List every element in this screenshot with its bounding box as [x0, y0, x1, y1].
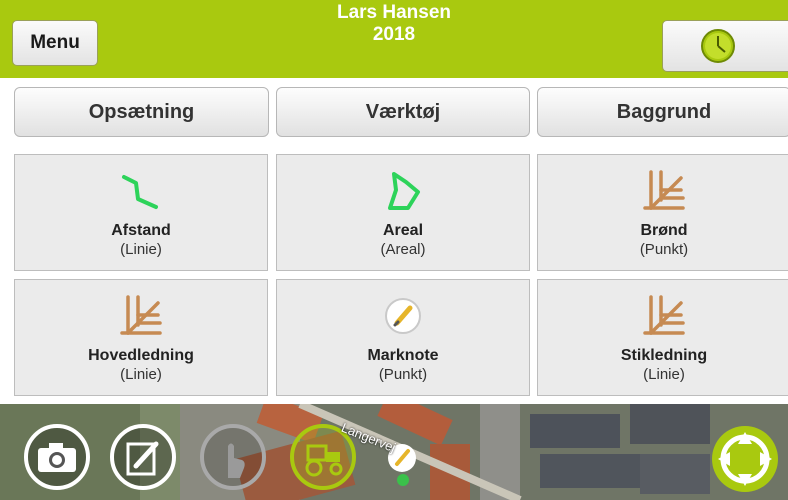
pipeline-icon [111, 290, 171, 342]
polygon-area-icon [373, 165, 433, 217]
touch-button[interactable] [198, 422, 268, 492]
tool-hovedledning[interactable]: Hovedledning (Linie) [14, 279, 268, 396]
year-label: 2018 [372, 24, 416, 45]
tool-name: Marknote [367, 347, 439, 364]
tool-areal[interactable]: Areal (Areal) [276, 154, 530, 271]
tab-vaerktoej[interactable]: Værktøj [276, 87, 530, 137]
clock-icon [701, 29, 735, 63]
pipeline-icon [634, 165, 694, 217]
clock-button[interactable] [662, 20, 788, 72]
tool-type: (Linie) [120, 366, 162, 383]
edit-note-button[interactable] [108, 422, 178, 492]
note-pencil-icon [373, 290, 433, 342]
tab-opsaetning[interactable]: Opsætning [14, 87, 269, 137]
tool-afstand[interactable]: Afstand (Linie) [14, 154, 268, 271]
map-view[interactable] [0, 404, 788, 500]
edit-note-icon [110, 424, 176, 490]
gps-target-button[interactable] [708, 422, 782, 496]
tool-marknote[interactable]: Marknote (Punkt) [276, 279, 530, 396]
tool-name: Areal [382, 222, 424, 239]
tool-name: Brønd [640, 222, 688, 239]
tool-stikledning[interactable]: Stikledning (Linie) [537, 279, 788, 396]
camera-icon [24, 424, 90, 490]
tool-type: (Linie) [643, 366, 685, 383]
pipeline-icon [634, 290, 694, 342]
tool-type: (Areal) [380, 241, 426, 258]
tab-baggrund[interactable]: Baggrund [537, 87, 788, 137]
tool-name: Stikledning [620, 347, 708, 364]
user-name: Lars Hansen [336, 2, 452, 23]
tool-type: (Punkt) [378, 366, 428, 383]
touch-icon [200, 424, 266, 490]
line-path-icon [111, 165, 171, 217]
tool-broend[interactable]: Brønd (Punkt) [537, 154, 788, 271]
camera-button[interactable] [22, 422, 92, 492]
gps-target-icon [712, 426, 778, 492]
tool-type: (Punkt) [639, 241, 689, 258]
tool-type: (Linie) [120, 241, 162, 258]
app-header: Menu Lars Hansen 2018 [0, 0, 788, 78]
tool-name: Hovedledning [88, 347, 194, 364]
header-title: Lars Hansen 2018 [294, 2, 494, 46]
tool-name: Afstand [111, 222, 171, 239]
menu-button[interactable]: Menu [12, 20, 98, 66]
